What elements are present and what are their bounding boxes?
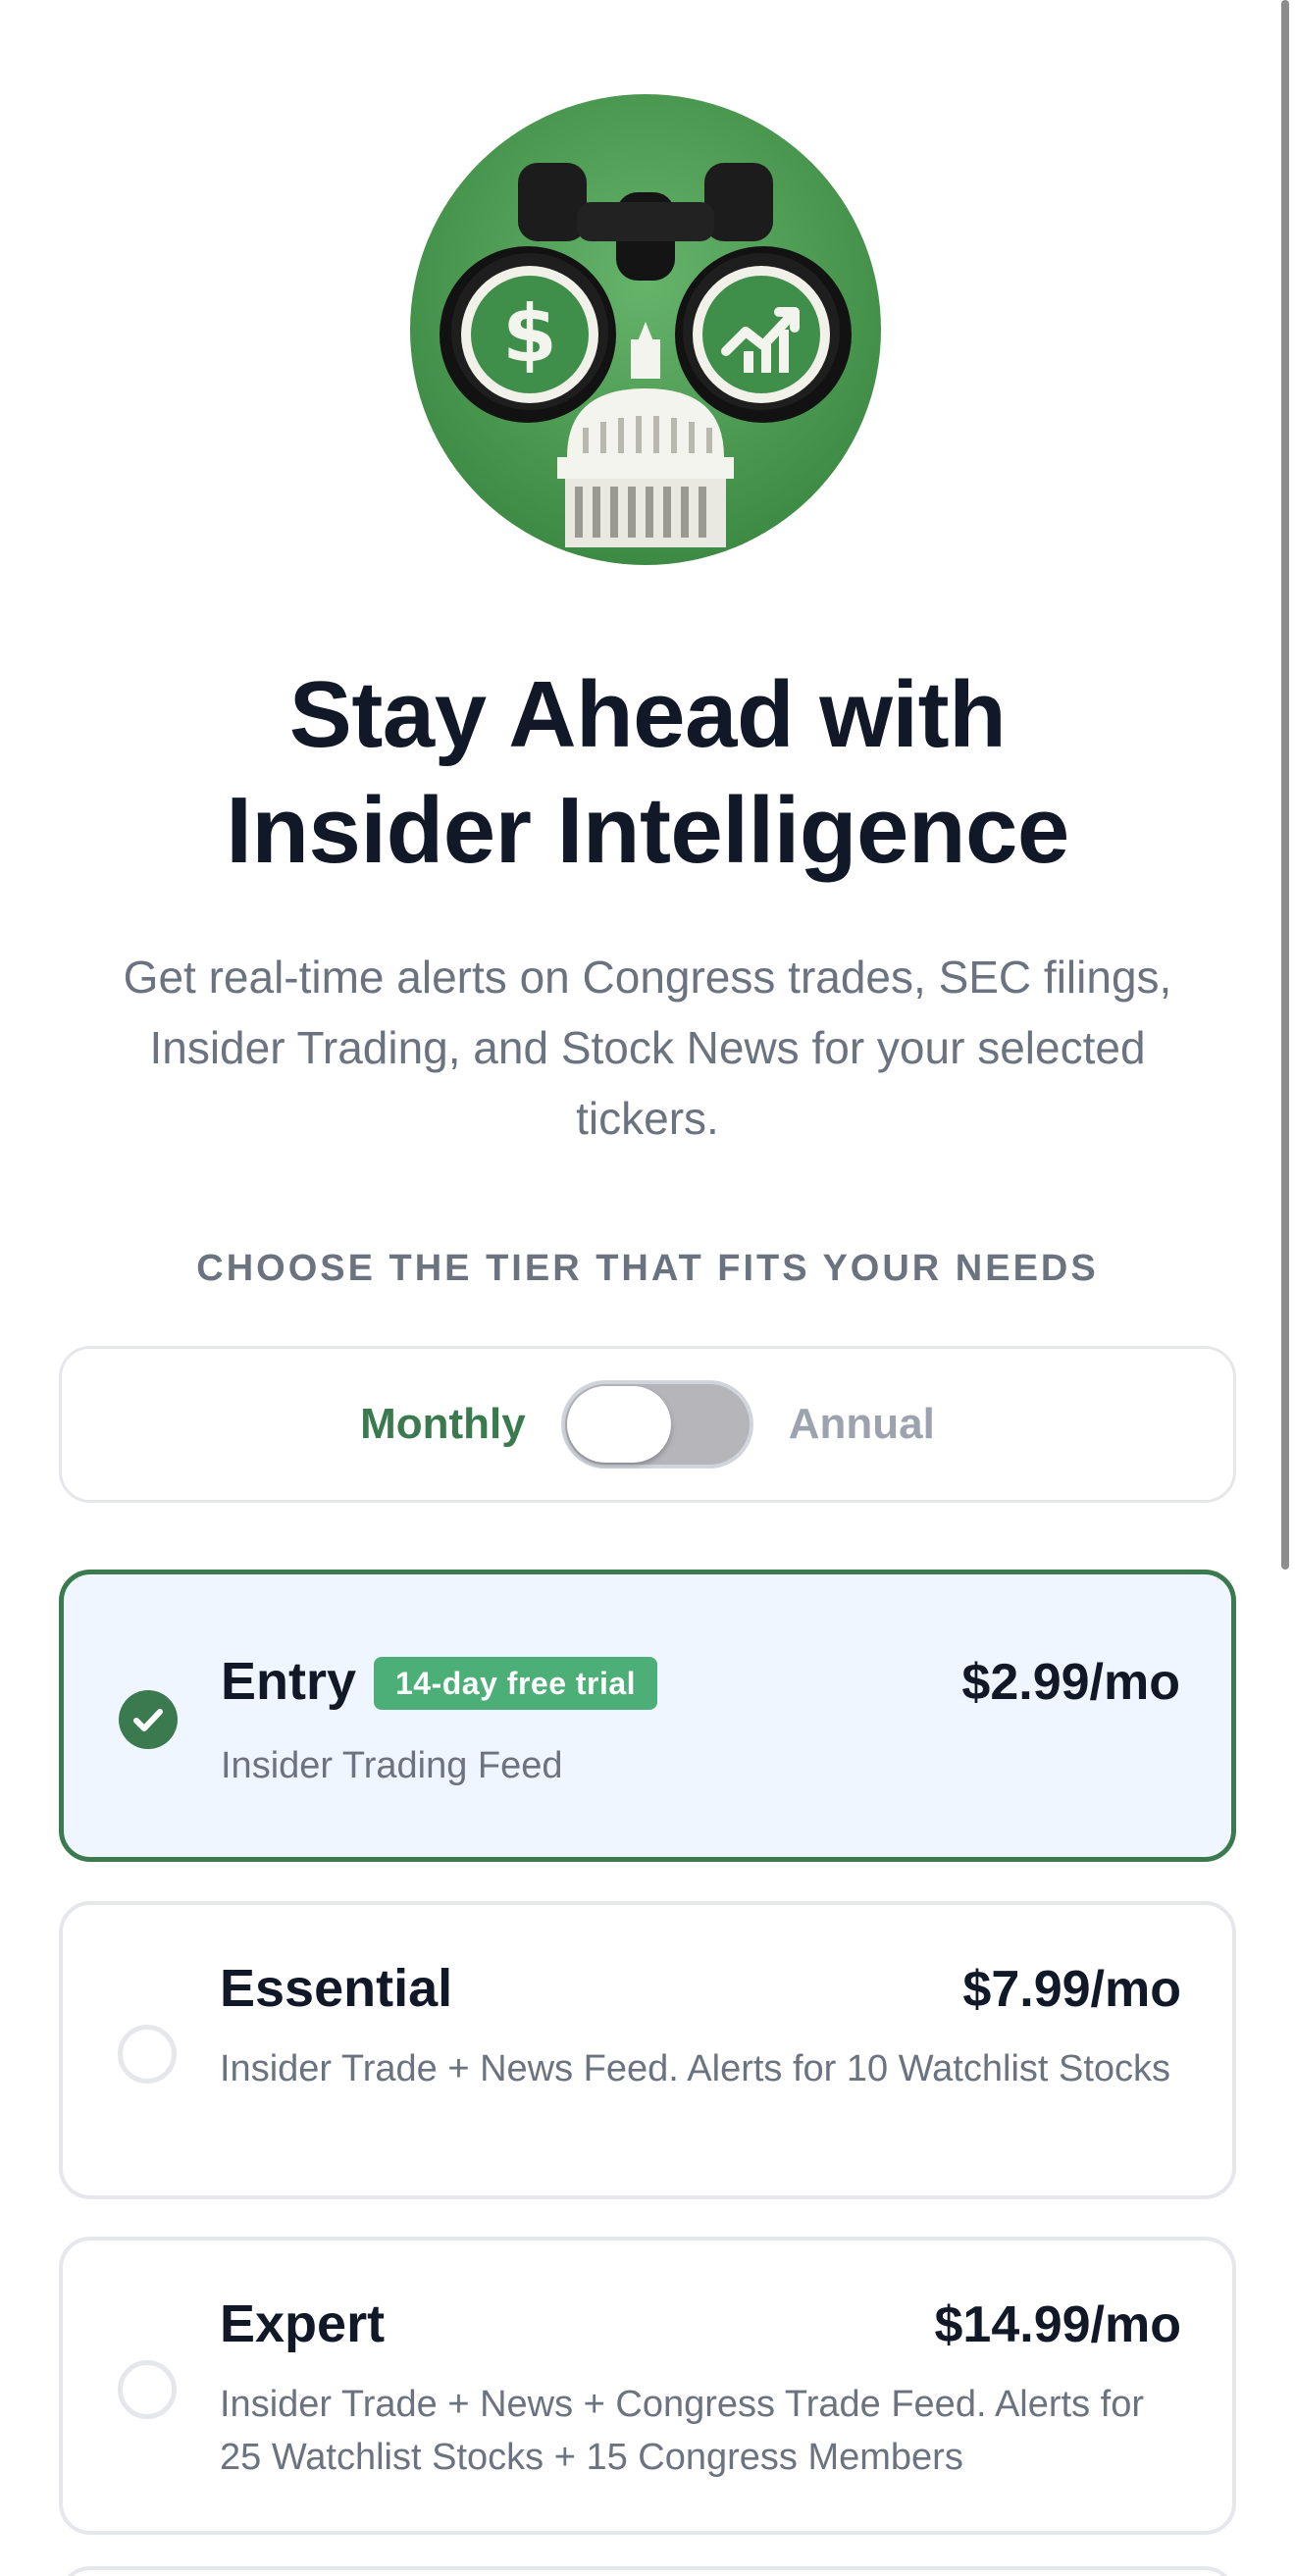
tier-card-next[interactable] bbox=[59, 2566, 1236, 2576]
tier-card-entry[interactable]: Entry 14-day free trial $2.99/mo Insider… bbox=[59, 1570, 1236, 1862]
tier-card-expert[interactable]: Expert $14.99/mo Insider Trade + News + … bbox=[59, 2237, 1236, 2535]
page-title: Stay Ahead with Insider Intelligence bbox=[98, 657, 1197, 889]
tier-section-label: CHOOSE THE TIER THAT FITS YOUR NEEDS bbox=[196, 1248, 1099, 1289]
tier-description-essential: Insider Trade + News Feed. Alerts for 10… bbox=[220, 2048, 1171, 2089]
billing-annual-label[interactable]: Annual bbox=[789, 1400, 935, 1449]
tier-price-expert: $14.99/mo bbox=[934, 2296, 1182, 2353]
scrollbar[interactable] bbox=[1281, 0, 1289, 1570]
free-trial-badge: 14-day free trial bbox=[374, 1657, 658, 1710]
tier-radio-expert[interactable] bbox=[118, 2360, 177, 2419]
billing-period-toggle[interactable] bbox=[560, 1380, 753, 1468]
checkmark-icon bbox=[133, 1709, 163, 1731]
tier-card-essential[interactable]: Essential $7.99/mo Insider Trade + News … bbox=[59, 1901, 1236, 2199]
toggle-knob bbox=[566, 1386, 671, 1463]
tier-radio-essential[interactable] bbox=[118, 2025, 177, 2084]
app-logo: $ bbox=[410, 94, 881, 565]
tier-radio-entry[interactable] bbox=[119, 1690, 178, 1749]
tier-description-entry: Insider Trading Feed bbox=[221, 1745, 563, 1786]
binoculars-capitol-icon: $ bbox=[410, 94, 881, 565]
tier-name-essential: Essential bbox=[220, 1959, 453, 2018]
page-title-line1: Stay Ahead with bbox=[288, 662, 1007, 767]
page-title-line2: Insider Intelligence bbox=[226, 778, 1069, 883]
tier-name-expert: Expert bbox=[220, 2294, 386, 2353]
svg-text:$: $ bbox=[502, 288, 557, 380]
tier-price-essential: $7.99/mo bbox=[962, 1961, 1181, 2018]
tier-description-expert: Insider Trade + News + Congress Trade Fe… bbox=[220, 2384, 1145, 2478]
paywall-screen: $ Stay Ahead with Insider Intelligence G… bbox=[0, 0, 1295, 2576]
page-subtitle: Get real-time alerts on Congress trades,… bbox=[123, 952, 1172, 1144]
billing-period-selector: Monthly Annual bbox=[59, 1346, 1236, 1503]
tier-price-entry: $2.99/mo bbox=[961, 1654, 1180, 1711]
billing-monthly-label[interactable]: Monthly bbox=[360, 1400, 526, 1449]
tier-name-entry: Entry bbox=[221, 1652, 357, 1711]
